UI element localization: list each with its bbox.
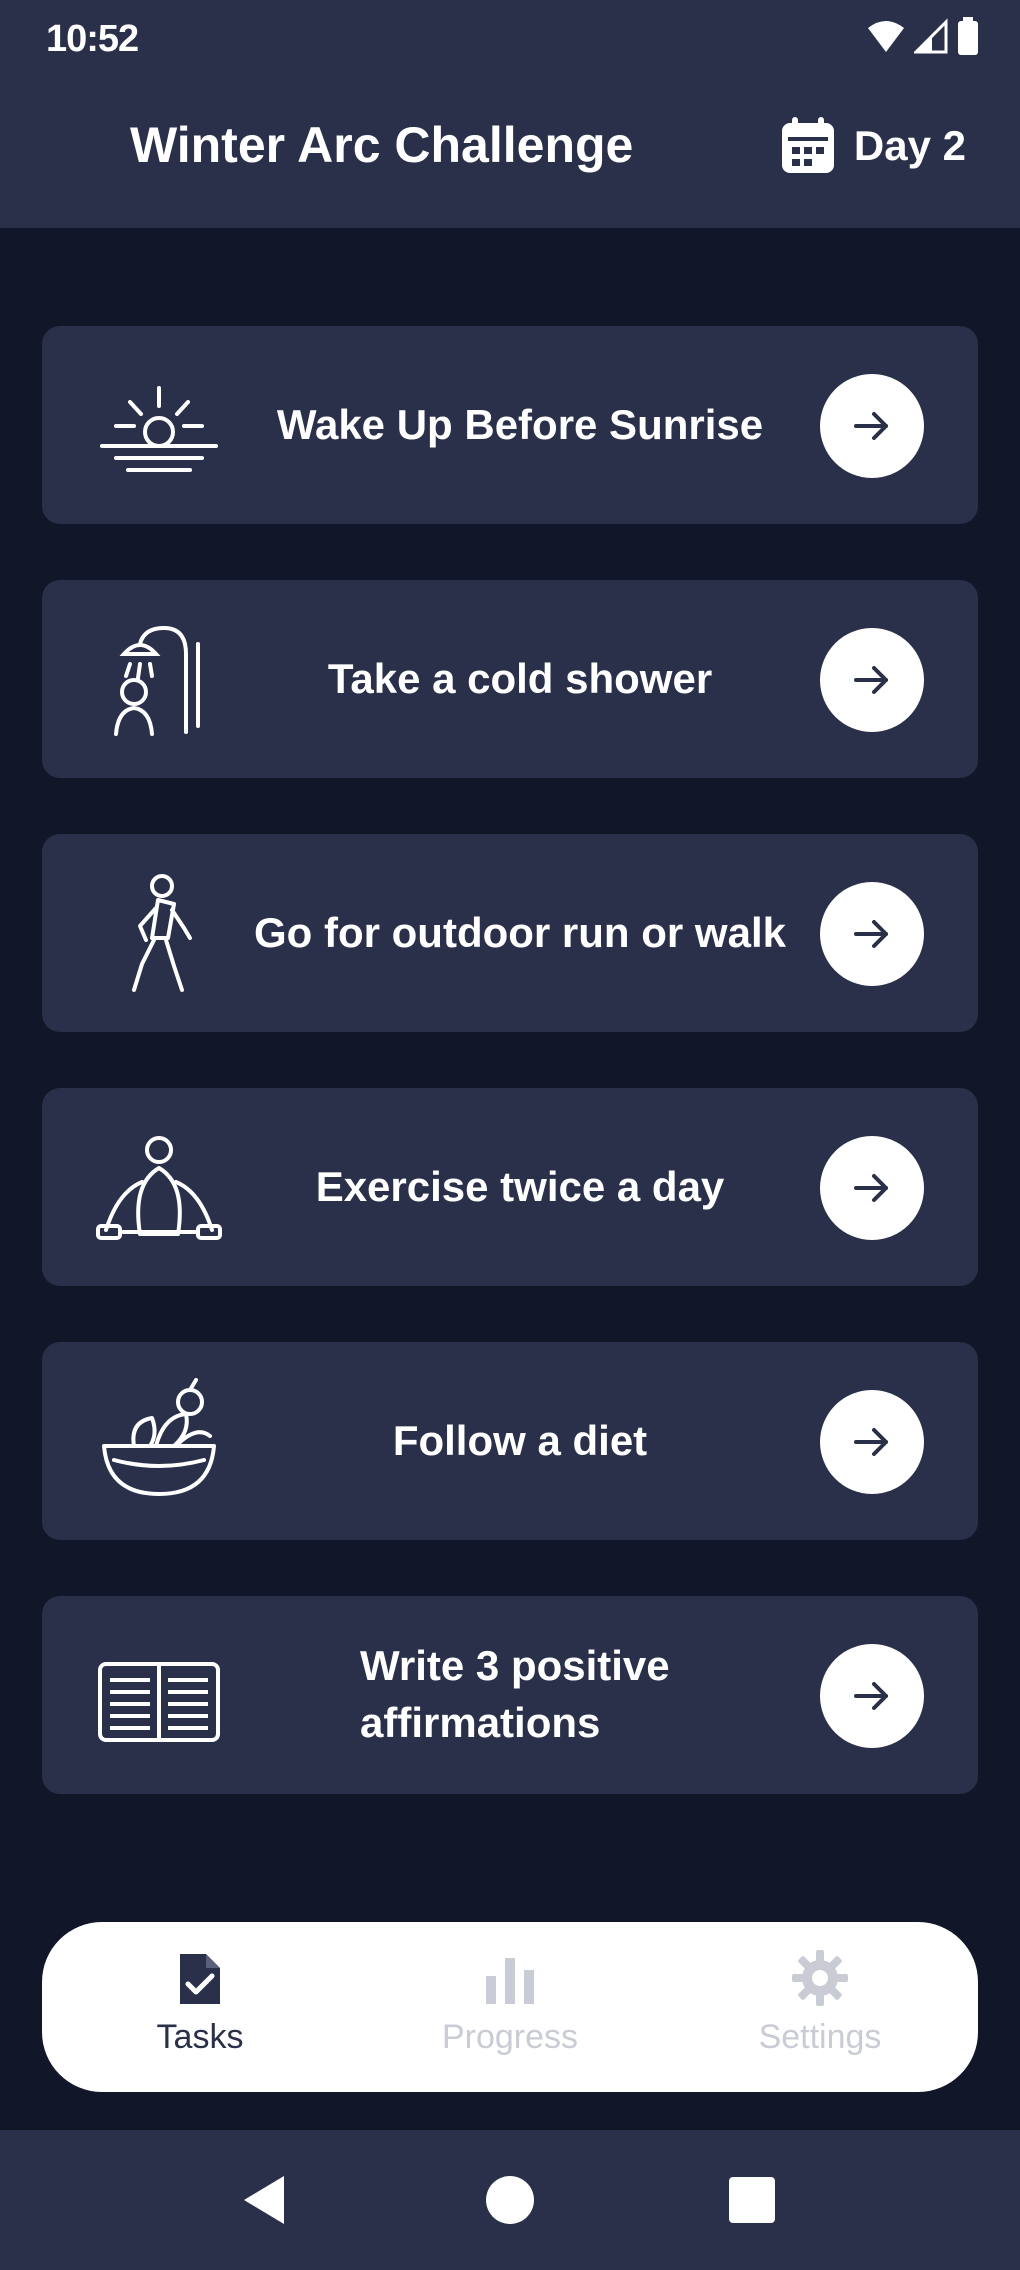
nav-tab-progress[interactable]: Progress — [400, 1948, 620, 2068]
back-button[interactable] — [234, 2170, 294, 2230]
arrow-right-icon — [854, 1682, 888, 1710]
task-card-diet[interactable]: Follow a diet — [42, 1342, 978, 1540]
calendar-icon — [781, 117, 834, 173]
nav-tab-settings[interactable]: Settings — [710, 1948, 930, 2068]
day-label: Day 2 — [853, 122, 966, 169]
clipboard-check-icon — [180, 1954, 220, 2004]
shower-icon — [114, 625, 200, 736]
wifi-icon — [868, 21, 904, 52]
task-label: Go for outdoor run or walk — [254, 908, 786, 956]
app-bar: Winter Arc Challenge Day 2 — [0, 72, 1020, 228]
nav-label: Tasks — [156, 2018, 244, 2056]
day-indicator[interactable]: Day 2 — [778, 114, 966, 178]
signal-icon — [914, 18, 948, 54]
go-button[interactable] — [820, 1136, 924, 1240]
recents-button[interactable] — [722, 2170, 782, 2230]
go-button[interactable] — [820, 882, 924, 986]
status-icons — [866, 14, 980, 58]
task-card-exercise[interactable]: Exercise twice a day — [42, 1088, 978, 1286]
home-button[interactable] — [480, 2170, 540, 2230]
task-list: Wake Up Before Sunrise Take a cold showe… — [42, 326, 978, 1850]
task-label: Follow a diet — [392, 1416, 648, 1464]
arrow-right-icon — [854, 920, 888, 948]
exercise-icon — [96, 1136, 222, 1240]
arrow-right-icon — [854, 666, 888, 694]
nav-label: Progress — [441, 2018, 579, 2056]
gear-icon — [792, 1950, 848, 2006]
back-triangle-icon — [244, 2176, 284, 2224]
arrow-right-icon — [854, 412, 888, 440]
nav-tab-tasks[interactable]: Tasks — [90, 1948, 310, 2068]
task-label: Write 3 positive affirmations — [360, 1642, 670, 1746]
task-card-cold-shower[interactable]: Take a cold shower — [42, 580, 978, 778]
task-label: Wake Up Before Sunrise — [276, 400, 764, 448]
arrow-right-icon — [854, 1174, 888, 1202]
status-bar: 10:52 — [0, 0, 1020, 72]
task-card-outdoor-walk[interactable]: Go for outdoor run or walk — [42, 834, 978, 1032]
task-card-wake-up[interactable]: Wake Up Before Sunrise — [42, 326, 978, 524]
status-time: 10:52 — [46, 18, 139, 60]
task-label: Take a cold shower — [327, 654, 713, 702]
arrow-right-icon — [854, 1428, 888, 1456]
bottom-nav: Tasks Progress Settings — [42, 1922, 978, 2092]
bar-chart-icon — [486, 1958, 534, 2004]
recents-square-icon — [729, 2177, 775, 2223]
system-nav-bar — [0, 2130, 1020, 2270]
go-button[interactable] — [820, 374, 924, 478]
task-label: Exercise twice a day — [315, 1162, 725, 1210]
book-icon — [98, 1662, 220, 1742]
go-button[interactable] — [820, 628, 924, 732]
go-button[interactable] — [820, 1644, 924, 1748]
task-card-affirmations[interactable]: Write 3 positive affirmations — [42, 1596, 978, 1794]
sunrise-icon — [100, 386, 218, 472]
battery-icon — [958, 17, 978, 55]
go-button[interactable] — [820, 1390, 924, 1494]
salad-bowl-icon — [102, 1378, 216, 1496]
walking-icon — [132, 874, 192, 992]
home-circle-icon — [486, 2176, 534, 2224]
app-title: Winter Arc Challenge — [130, 117, 634, 173]
nav-label: Settings — [758, 2018, 882, 2056]
